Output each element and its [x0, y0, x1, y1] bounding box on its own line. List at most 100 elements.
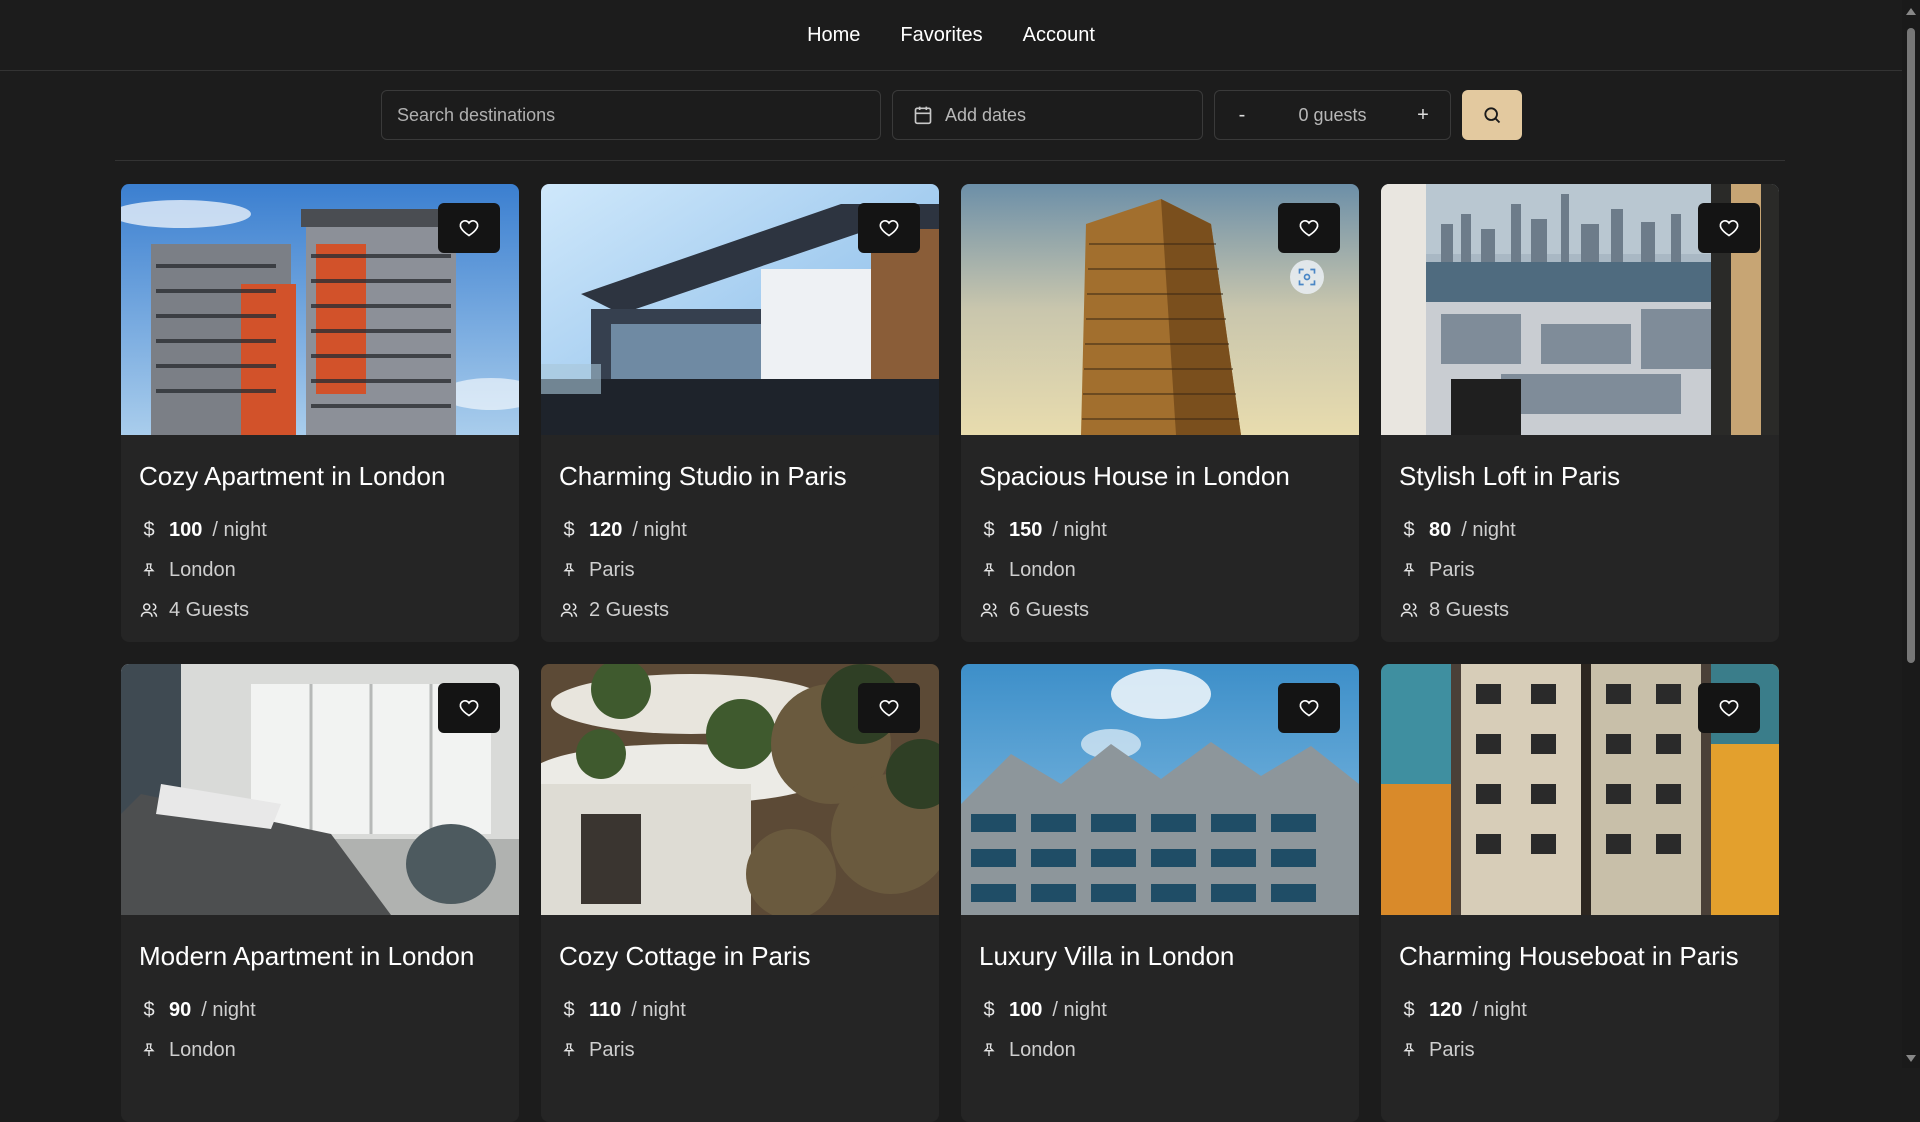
guests-increment-button[interactable]: + [1416, 104, 1430, 127]
search-bar: Add dates - 0 guests + [381, 90, 1522, 140]
guests-count: 0 guests [1298, 104, 1367, 125]
favorite-button[interactable] [858, 203, 920, 253]
tower-photo [961, 184, 1359, 435]
scroll-up-icon[interactable] [1906, 8, 1916, 15]
nav-home-link[interactable]: Home [807, 24, 860, 47]
modern-house-photo [541, 184, 939, 435]
heart-icon [1719, 699, 1739, 717]
price-unit: / night [1052, 518, 1107, 541]
pin-icon [559, 561, 579, 579]
listing-guests: 8 Guests [1429, 598, 1510, 621]
listing-price: 150 [1009, 518, 1043, 541]
favorite-button[interactable] [438, 203, 500, 253]
listing-title: Luxury Villa in London [979, 941, 1235, 971]
pin-icon [139, 561, 159, 579]
users-icon [139, 601, 159, 619]
nav-favorites-link[interactable]: Favorites [900, 24, 982, 47]
heart-icon [1719, 219, 1739, 237]
scroll-down-icon[interactable] [1906, 1055, 1916, 1062]
pin-icon [979, 1041, 999, 1059]
favorite-button[interactable] [438, 683, 500, 733]
visual-search-icon[interactable] [1290, 260, 1324, 294]
heart-icon [1299, 219, 1319, 237]
listing-card[interactable]: Modern Apartment in London $90 / night Lo… [121, 664, 519, 1122]
colorful-flats-photo [1381, 664, 1779, 915]
listing-price: 90 [169, 998, 192, 1021]
search-icon [1484, 107, 1501, 124]
scrollbar[interactable] [1902, 0, 1920, 1068]
listing-city: London [1009, 558, 1076, 581]
listing-city: Paris [589, 1038, 635, 1061]
listing-card[interactable]: Spacious House in London $150 / night Lon… [961, 184, 1359, 642]
price-unit: / night [212, 518, 267, 541]
nav-account-link[interactable]: Account [1023, 24, 1095, 47]
price-unit: / night [632, 518, 687, 541]
listing-card[interactable]: Cozy Apartment in London $100 / night Lon… [121, 184, 519, 642]
dollar-icon: $ [983, 518, 995, 541]
users-icon [979, 601, 999, 619]
listings-grid: Cozy Apartment in London $100 / night Lon… [121, 184, 1779, 1122]
price-unit: / night [201, 998, 256, 1021]
listing-price: 100 [1009, 998, 1043, 1021]
pin-icon [1399, 1041, 1419, 1059]
destination-input[interactable] [382, 91, 880, 139]
dollar-icon: $ [563, 518, 575, 541]
favorite-button[interactable] [1278, 203, 1340, 253]
listing-city: London [169, 558, 236, 581]
pin-icon [559, 1041, 579, 1059]
heart-icon [879, 219, 899, 237]
guests-stepper: - 0 guests + [1214, 90, 1451, 140]
listing-guests: 6 Guests [1009, 598, 1090, 621]
pin-icon [979, 561, 999, 579]
listing-price: 120 [1429, 998, 1463, 1021]
listing-price: 80 [1429, 518, 1452, 541]
favorite-button[interactable] [1278, 683, 1340, 733]
guests-decrement-button[interactable]: - [1235, 104, 1249, 127]
listing-title: Modern Apartment in London [139, 941, 475, 971]
price-unit: / night [1052, 998, 1107, 1021]
pin-icon [139, 1041, 159, 1059]
listing-price: 110 [589, 998, 622, 1021]
users-icon [1399, 601, 1419, 619]
heart-icon [459, 219, 479, 237]
heart-icon [459, 699, 479, 717]
listing-price: 120 [589, 518, 623, 541]
price-unit: / night [631, 998, 686, 1021]
city-view-photo [1381, 184, 1779, 435]
search-button[interactable] [1462, 90, 1522, 140]
listing-guests: 4 Guests [169, 598, 250, 621]
listing-card[interactable]: Cozy Cottage in Paris $110 / night Paris [541, 664, 939, 1122]
dates-button[interactable]: Add dates [892, 90, 1203, 140]
dollar-icon: $ [563, 998, 575, 1021]
favorite-button[interactable] [1698, 203, 1760, 253]
listing-title: Stylish Loft in Paris [1399, 461, 1621, 491]
listing-title: Spacious House in London [979, 461, 1290, 491]
listing-title: Charming Houseboat in Paris [1399, 941, 1739, 971]
listing-city: London [169, 1038, 236, 1061]
dollar-icon: $ [143, 998, 155, 1021]
price-unit: / night [1461, 518, 1516, 541]
bedroom-photo [121, 664, 519, 915]
dollar-icon: $ [1403, 518, 1415, 541]
dollar-icon: $ [983, 998, 995, 1021]
listing-city: Paris [1429, 1038, 1475, 1061]
divider [115, 160, 1785, 161]
listing-card[interactable]: Luxury Villa in London $100 / night Londo… [961, 664, 1359, 1122]
listing-card[interactable]: Charming Houseboat in Paris $120/ night … [1381, 664, 1779, 1122]
users-icon [559, 601, 579, 619]
listing-title: Cozy Cottage in Paris [559, 941, 811, 971]
scrollbar-thumb[interactable] [1907, 28, 1915, 663]
dates-label: Add dates [945, 104, 1027, 125]
listing-card[interactable]: Charming Studio in Paris $120 / night Par… [541, 184, 939, 642]
apartment-building-photo [121, 184, 519, 435]
listing-title: Cozy Apartment in London [139, 461, 446, 491]
listing-title: Charming Studio in Paris [559, 461, 847, 491]
listing-price: 100 [169, 518, 203, 541]
listing-city: Paris [1429, 558, 1475, 581]
favorite-button[interactable] [1698, 683, 1760, 733]
zigzag-building-photo [961, 664, 1359, 915]
listing-card[interactable]: Stylish Loft in Paris $80 / night Paris 8… [1381, 184, 1779, 642]
favorite-button[interactable] [858, 683, 920, 733]
calendar-icon [914, 106, 932, 125]
heart-icon [879, 699, 899, 717]
